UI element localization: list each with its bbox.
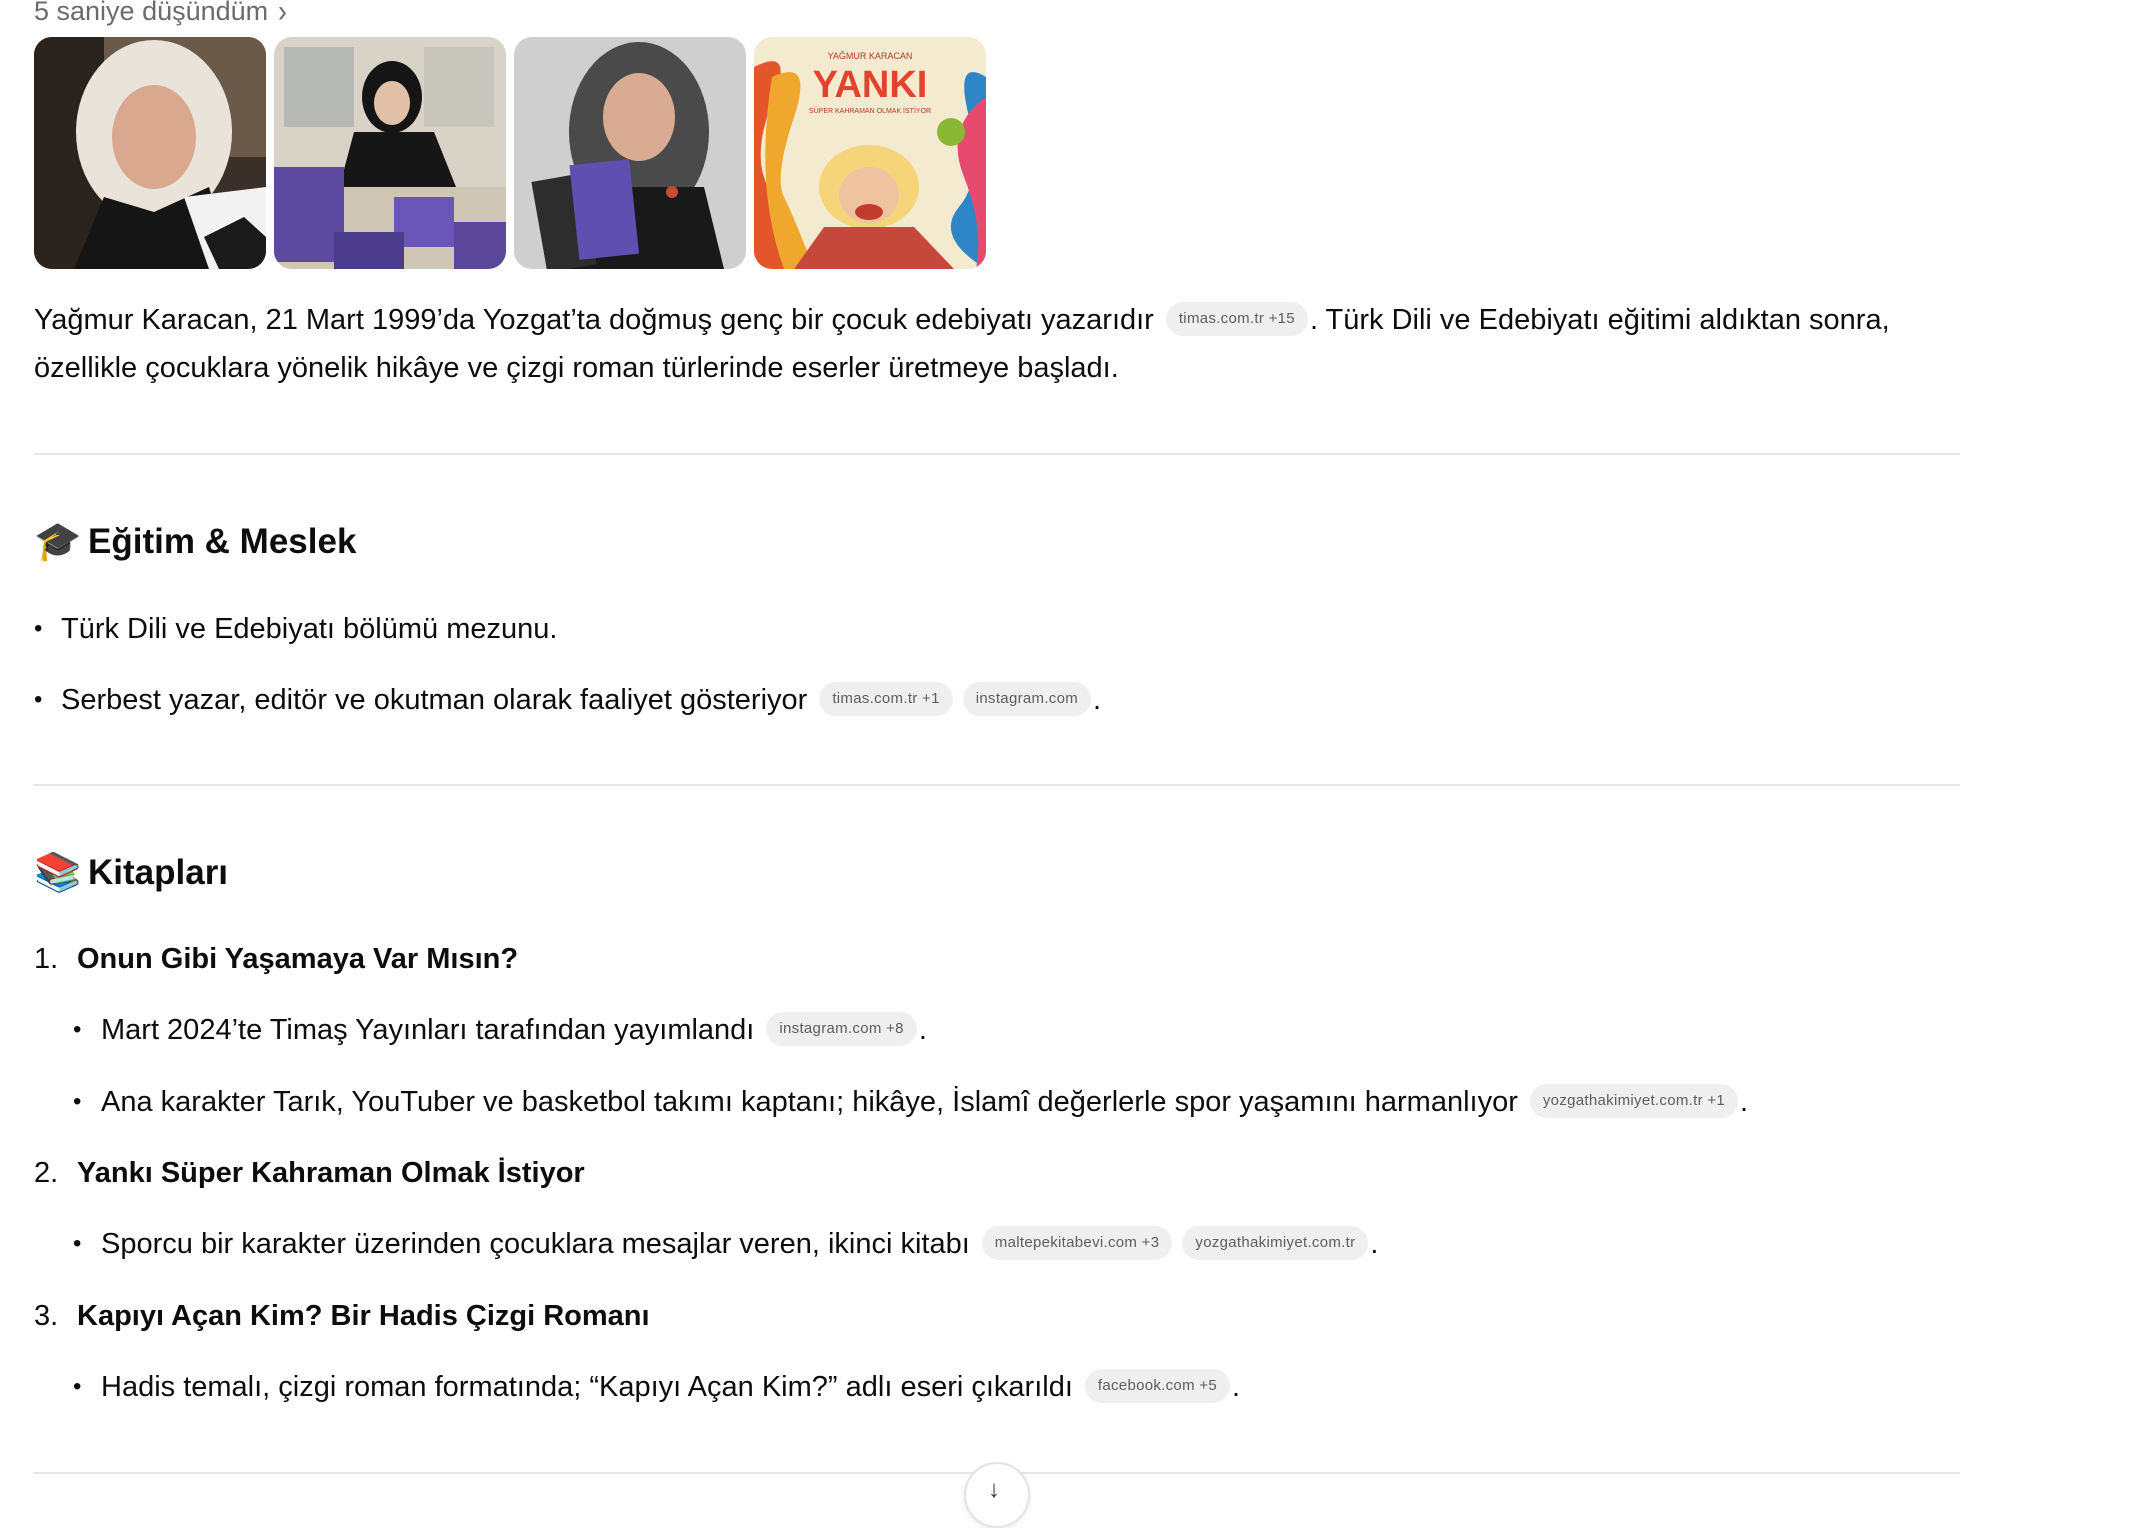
- list-item-text: Türk Dili ve Edebiyatı bölümü mezunu.: [61, 613, 558, 645]
- list-item: Serbest yazar, editör ve okutman olarak …: [61, 676, 1101, 724]
- intro-paragraph: Yağmur Karacan, 21 Mart 1999’da Yozgat’t…: [34, 296, 1954, 392]
- intro-text-1: Yağmur Karacan, 21 Mart 1999’da Yozgat’t…: [34, 304, 1154, 336]
- source-chip[interactable]: timas.com.tr +1: [819, 682, 953, 717]
- bullet: •: [73, 1373, 82, 1400]
- source-chip[interactable]: yozgathakimiyet.com.tr +1: [1529, 1084, 1739, 1119]
- image-author-holding-books[interactable]: [514, 37, 746, 269]
- list-item-text: Sporcu bir karakter üzerinden çocuklara …: [101, 1228, 970, 1260]
- book-title: Kapıyı Açan Kim? Bir Hadis Çizgi Romanı: [77, 1300, 650, 1332]
- list-item-text: Mart 2024’te Timaş Yayınları tarafından …: [101, 1014, 755, 1046]
- source-chip[interactable]: maltepekitabevi.com +3: [981, 1226, 1173, 1261]
- list-number: 3.: [34, 1300, 59, 1332]
- thinking-label: 5 saniye düşündüm: [34, 0, 269, 26]
- cover-subtitle: SÜPER KAHRAMAN OLMAK İSTİYOR: [809, 106, 931, 115]
- list-item: Ana karakter Tarık, YouTuber ve basketbo…: [101, 1078, 1748, 1126]
- graduation-cap-icon: 🎓: [34, 521, 82, 563]
- bullet: •: [34, 615, 43, 642]
- divider: [34, 784, 1960, 786]
- scroll-to-bottom-button[interactable]: ↓: [964, 1462, 1030, 1528]
- list-item-tail: .: [1370, 1228, 1379, 1260]
- image-author-portrait-outdoor[interactable]: [34, 37, 266, 269]
- image-gallery: YAĞMUR KARACAN YANKI SÜPER KAHRAMAN OLMA…: [34, 37, 986, 269]
- section-heading-books: 📚 Kitapları: [34, 851, 228, 895]
- list-item: Türk Dili ve Edebiyatı bölümü mezunu.: [61, 605, 557, 653]
- list-item-text: Ana karakter Tarık, YouTuber ve basketbo…: [101, 1086, 1518, 1118]
- source-chip[interactable]: instagram.com +8: [766, 1012, 917, 1047]
- bullet: •: [73, 1230, 82, 1257]
- cover-title: YANKI: [813, 64, 928, 106]
- book-title: Yankı Süper Kahraman Olmak İstiyor: [77, 1157, 585, 1189]
- source-chip[interactable]: instagram.com: [962, 682, 1092, 717]
- list-number: 1.: [34, 943, 59, 975]
- list-item: Sporcu bir karakter üzerinden çocuklara …: [101, 1220, 1378, 1268]
- list-item-text: Serbest yazar, editör ve okutman olarak …: [61, 684, 808, 716]
- source-chip[interactable]: yozgathakimiyet.com.tr: [1182, 1226, 1369, 1261]
- list-item: Mart 2024’te Timaş Yayınları tarafından …: [101, 1006, 927, 1054]
- list-item: Hadis temalı, çizgi roman formatında; “K…: [101, 1363, 1240, 1411]
- list-item-tail: .: [918, 1014, 927, 1046]
- divider: [34, 453, 1960, 455]
- list-item-tail: .: [1093, 684, 1102, 716]
- list-item-tail: .: [1232, 1371, 1241, 1403]
- bullet: •: [34, 686, 43, 713]
- image-book-cover-yanki[interactable]: YAĞMUR KARACAN YANKI SÜPER KAHRAMAN OLMA…: [754, 37, 986, 269]
- image-author-signing-books[interactable]: [274, 37, 506, 269]
- section-heading-education: 🎓 Eğitim & Meslek: [34, 520, 356, 564]
- list-item-text: Hadis temalı, çizgi roman formatında; “K…: [101, 1371, 1073, 1403]
- cover-author: YAĞMUR KARACAN: [828, 51, 913, 61]
- arrow-down-icon: ↓: [988, 1476, 1000, 1503]
- chevron-right-icon: ›: [278, 0, 287, 29]
- bullet: •: [73, 1016, 82, 1043]
- list-number: 2.: [34, 1157, 59, 1189]
- bullet: •: [73, 1088, 82, 1115]
- source-chip[interactable]: facebook.com +5: [1084, 1369, 1231, 1404]
- books-icon: 📚: [34, 852, 82, 894]
- section-title: Eğitim & Meslek: [88, 522, 357, 561]
- section-title: Kitapları: [88, 853, 229, 892]
- list-item-tail: .: [1740, 1086, 1749, 1118]
- source-chip[interactable]: timas.com.tr +15: [1165, 302, 1308, 337]
- thinking-toggle[interactable]: 5 saniye düşündüm ›: [34, 0, 287, 29]
- book-title: Onun Gibi Yaşamaya Var Mısın?: [77, 943, 519, 975]
